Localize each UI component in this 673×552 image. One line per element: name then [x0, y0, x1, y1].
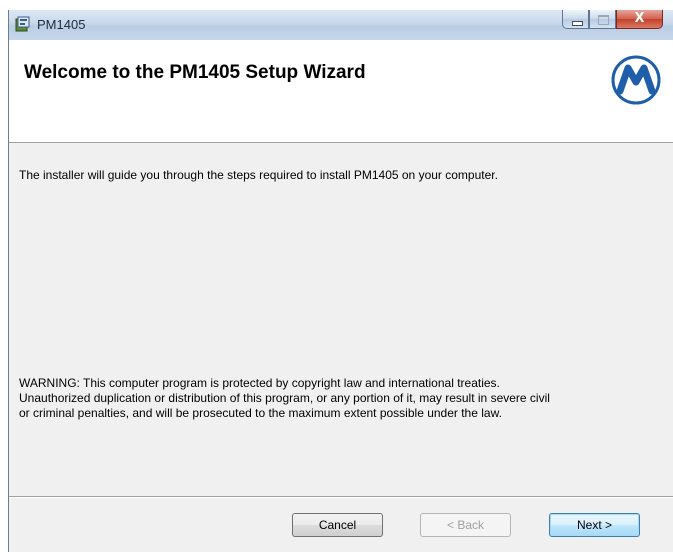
back-button[interactable]: < Back	[420, 513, 511, 537]
cancel-button[interactable]: Cancel	[292, 513, 383, 537]
wizard-banner: Welcome to the PM1405 Setup Wizard	[9, 40, 673, 143]
copyright-warning: WARNING: This computer program is protec…	[19, 376, 659, 421]
intro-text: The installer will guide you through the…	[19, 168, 498, 182]
caption-buttons: X	[562, 10, 663, 31]
page-title: Welcome to the PM1405 Setup Wizard	[24, 62, 366, 83]
next-button[interactable]: Next >	[549, 513, 640, 537]
title-bar[interactable]: PM1405 X	[9, 10, 673, 41]
maximize-icon	[598, 15, 609, 25]
close-icon: X	[634, 11, 645, 26]
minimize-icon	[572, 21, 583, 26]
warning-line: WARNING: This computer program is protec…	[19, 376, 500, 390]
setup-wizard-window: PM1405 X Welcome to the PM1405 Setup Wiz…	[8, 10, 673, 552]
minimize-button[interactable]	[562, 10, 589, 29]
maximize-button[interactable]	[589, 10, 616, 29]
window-title: PM1405	[37, 17, 86, 32]
warning-line: or criminal penalties, and will be prose…	[19, 406, 502, 420]
close-button[interactable]: X	[616, 10, 663, 29]
brand-logo-icon	[611, 55, 661, 105]
warning-line: Unauthorized duplication or distribution…	[19, 391, 550, 405]
installer-app-icon	[15, 16, 30, 32]
footer-divider	[9, 496, 673, 498]
